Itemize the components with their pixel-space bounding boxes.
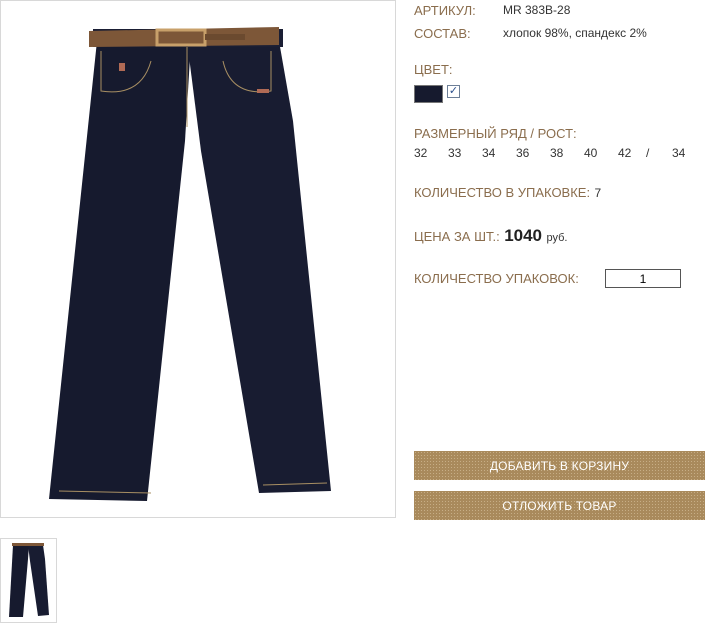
size-item: 38 [550, 146, 564, 160]
packs-quantity-input[interactable] [605, 269, 681, 288]
jeans-thumbnail-illustration [9, 543, 49, 617]
postpone-button[interactable]: ОТЛОЖИТЬ ТОВАР [414, 491, 705, 520]
size-item: 32 [414, 146, 428, 160]
composition-label: СОСТАВ: [414, 26, 471, 41]
price-row: ЦЕНА ЗА ШТ.: 1040 руб. [414, 226, 567, 246]
article-value: MR 383B-28 [503, 3, 571, 17]
size-item: 33 [448, 146, 462, 160]
pack-qty-row: КОЛИЧЕСТВО В УПАКОВКЕ: 7 [414, 184, 601, 202]
composition-value: хлопок 98%, спандекс 2% [503, 26, 647, 40]
article-row: АРТИКУЛ: [414, 2, 476, 20]
size-separator: / [646, 146, 650, 160]
sizes-list: 32 33 34 36 38 40 42 / 34 [414, 146, 692, 160]
jeans-illustration [49, 27, 331, 501]
add-to-cart-button[interactable]: ДОБАВИТЬ В КОРЗИНУ [414, 451, 705, 480]
packs-label: КОЛИЧЕСТВО УПАКОВОК: [414, 271, 579, 286]
composition-row: СОСТАВ: [414, 25, 471, 43]
size-item: 34 [482, 146, 496, 160]
article-label: АРТИКУЛ: [414, 3, 476, 18]
product-thumbnail[interactable] [0, 538, 57, 623]
pack-qty-value: 7 [594, 186, 602, 200]
color-label: ЦВЕТ: [414, 62, 453, 77]
pack-qty-label: КОЛИЧЕСТВО В УПАКОВКЕ: [414, 185, 591, 200]
size-item: 40 [584, 146, 598, 160]
price-value: 1040 [504, 226, 543, 245]
size-item: 36 [516, 146, 530, 160]
height-item: 34 [672, 146, 686, 160]
color-swatch[interactable] [414, 85, 443, 103]
product-main-image[interactable] [0, 0, 396, 518]
sizes-label: РАЗМЕРНЫЙ РЯД / РОСТ: [414, 126, 577, 141]
price-currency: руб. [546, 232, 568, 244]
price-label: ЦЕНА ЗА ШТ.: [414, 229, 500, 244]
color-checkbox[interactable]: ✓ [447, 85, 460, 98]
size-item: 42 [618, 146, 632, 160]
